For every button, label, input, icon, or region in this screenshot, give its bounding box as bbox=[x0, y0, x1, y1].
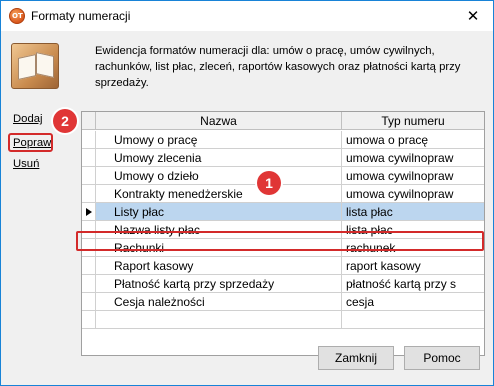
row-name-cell: Umowy zlecenia bbox=[96, 149, 342, 167]
table-row[interactable]: Umowy o dzieło umowa cywilnopraw bbox=[82, 167, 484, 185]
row-type-cell: umowa cywilnopraw bbox=[342, 149, 484, 167]
row-type-cell: umowa o pracę bbox=[342, 131, 484, 149]
row-type-cell: umowa cywilnopraw bbox=[342, 185, 484, 203]
table-row[interactable]: Kontrakty menedżerskie umowa cywilnopraw bbox=[82, 185, 484, 203]
row-indicator-cell bbox=[82, 149, 96, 167]
row-type-cell: płatność kartą przy s bbox=[342, 275, 484, 293]
row-indicator-cell bbox=[82, 257, 96, 275]
row-type-cell: cesja bbox=[342, 293, 484, 311]
row-pointer-icon bbox=[86, 208, 92, 216]
dialog-body: Ewidencja formatów numeracji dla: umów o… bbox=[1, 31, 493, 385]
row-name-cell: Raport kasowy bbox=[96, 257, 342, 275]
table-row[interactable]: Umowy zlecenia umowa cywilnopraw bbox=[82, 149, 484, 167]
dialog-window: OT Formaty numeracji ✕ Ewidencja formató… bbox=[0, 0, 494, 386]
row-type-cell bbox=[342, 311, 484, 329]
column-header-type[interactable]: Typ numeru bbox=[342, 112, 484, 130]
row-indicator-cell bbox=[82, 311, 96, 329]
table-row[interactable]: Raport kasowy raport kasowy bbox=[82, 257, 484, 275]
delete-link[interactable]: Usuń bbox=[13, 158, 39, 170]
row-name-cell bbox=[96, 311, 342, 329]
row-name-cell: Cesja należności bbox=[96, 293, 342, 311]
row-type-cell: raport kasowy bbox=[342, 257, 484, 275]
table-row[interactable]: Płatność kartą przy sprzedaży płatność ka… bbox=[82, 275, 484, 293]
help-button[interactable]: Pomoc bbox=[404, 346, 480, 370]
close-icon[interactable]: ✕ bbox=[463, 6, 483, 26]
column-header-name[interactable]: Nazwa bbox=[96, 112, 342, 130]
row-indicator-cell bbox=[82, 275, 96, 293]
row-name-cell: Płatność kartą przy sprzedaży bbox=[96, 275, 342, 293]
row-type-cell: lista płac bbox=[342, 203, 484, 221]
header-indicator-cell bbox=[82, 112, 96, 130]
title-bar: OT Formaty numeracji ✕ bbox=[1, 1, 493, 31]
window-title: Formaty numeracji bbox=[31, 9, 131, 23]
table-row[interactable] bbox=[82, 311, 484, 329]
row-indicator-cell bbox=[82, 185, 96, 203]
row-name-cell: Kontrakty menedżerskie bbox=[96, 185, 342, 203]
table-row[interactable]: Listy płac lista płac bbox=[82, 203, 484, 221]
row-name-cell: Umowy o dzieło bbox=[96, 167, 342, 185]
selected-row-highlight bbox=[76, 231, 484, 251]
row-indicator-cell bbox=[82, 203, 96, 221]
annotation-badge-1: 1 bbox=[257, 171, 281, 195]
row-indicator-cell bbox=[82, 167, 96, 185]
row-type-cell: umowa cywilnopraw bbox=[342, 167, 484, 185]
open-book-icon bbox=[11, 43, 59, 89]
annotation-badge-2: 2 bbox=[53, 109, 77, 133]
row-name-cell: Listy płac bbox=[96, 203, 342, 221]
row-indicator-cell bbox=[82, 293, 96, 311]
edit-link-highlight bbox=[8, 133, 53, 152]
table-header: Nazwa Typ numeru bbox=[82, 112, 484, 130]
description-text: Ewidencja formatów numeracji dla: umów o… bbox=[95, 45, 461, 89]
row-name-cell: Umowy o pracę bbox=[96, 131, 342, 149]
table-row[interactable]: Umowy o pracę umowa o pracę bbox=[82, 131, 484, 149]
row-indicator-cell bbox=[82, 131, 96, 149]
add-link[interactable]: Dodaj bbox=[13, 113, 43, 125]
app-logo-icon: OT bbox=[9, 8, 25, 24]
close-button[interactable]: Zamknij bbox=[318, 346, 394, 370]
table-row[interactable]: Cesja należności cesja bbox=[82, 293, 484, 311]
app-logo-text: OT bbox=[12, 12, 23, 20]
